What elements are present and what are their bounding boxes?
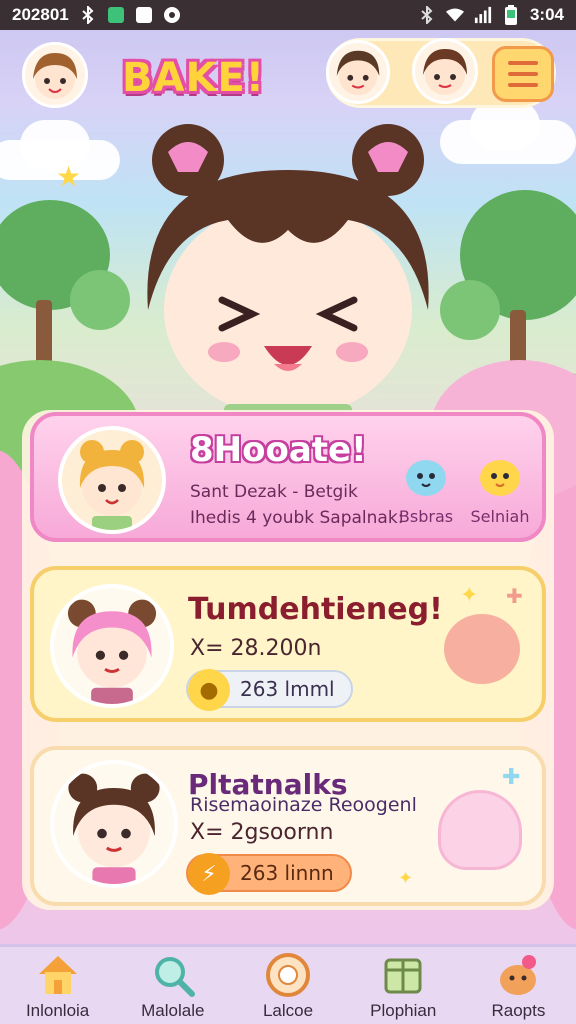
bottom-navigation: Inlonloia Malolale Lalcoe Plophian Raopt… <box>0 944 576 1024</box>
status-time: 3:04 <box>529 5 564 24</box>
card-description: Ihedis 4 youbk Sapalnak: <box>190 508 404 528</box>
hero-girl-illustration <box>147 124 429 420</box>
game-logo: BAKE! <box>122 55 266 101</box>
character-card[interactable]: Pltatnalks Risemaoinaze Reoogenl X= 2gso… <box>30 746 546 906</box>
header: BAKE! <box>0 38 576 116</box>
nav-label: Malolale <box>141 1001 205 1020</box>
brown-hair-girl-icon <box>68 773 160 884</box>
yellow-chick-icon <box>480 460 520 496</box>
nav-label: Inlonloia <box>25 1001 90 1020</box>
tree-decoration <box>440 280 500 340</box>
nav-label: Lalcoe <box>262 1001 314 1020</box>
card-subtitle: Risemaoinaze Reoogenl <box>190 794 417 816</box>
pet-label: Bsbras <box>398 507 454 526</box>
hero-character[interactable] <box>128 120 448 420</box>
star-icon: ★ <box>56 161 82 192</box>
card-stat: X= 2gsoornn <box>190 820 334 845</box>
nav-label: Raopts <box>491 1001 546 1020</box>
home-icon <box>32 951 84 999</box>
girl-face-icon <box>423 49 467 95</box>
pink-hair-girl-icon <box>67 599 157 704</box>
compass-icon <box>262 951 314 999</box>
featured-card[interactable]: 8Hooate! Sant Dezak - Betgik Ihedis 4 yo… <box>30 412 546 542</box>
card-title: Tumdehtieneg! <box>188 592 443 627</box>
status-bar: 202801 3:04 <box>0 0 576 30</box>
girl-face-icon <box>33 53 77 99</box>
blue-dino-icon <box>406 460 446 496</box>
nav-label: Plophian <box>370 1001 437 1020</box>
card-stat: X= 28.200n <box>190 636 322 661</box>
wifi-icon <box>445 6 464 24</box>
bluetooth-icon <box>418 6 436 24</box>
status-left: 202801 <box>12 5 181 25</box>
hamburger-icon-line <box>508 61 538 65</box>
progress-pill[interactable]: ⚡ 263 linnn <box>186 853 352 895</box>
progress-pill[interactable]: ● 263 lmml <box>186 669 353 711</box>
status-right: 3:04 <box>418 5 564 25</box>
character-card[interactable]: Tumdehtieneg! X= 28.200n ● 263 lmml ✦ ✚ <box>30 566 546 722</box>
card-avatar <box>50 584 174 708</box>
box-icon <box>377 951 429 999</box>
pet-item[interactable]: Bsbras <box>390 446 462 526</box>
tree-decoration <box>70 270 130 330</box>
friend-avatar[interactable] <box>326 40 390 104</box>
card-avatar <box>58 426 166 534</box>
card-subtitle: Sant Dezak - Betgik <box>190 482 358 502</box>
shield-icon <box>107 6 125 24</box>
blob-coin-icon: ● <box>188 669 230 711</box>
player-avatar[interactable] <box>22 42 88 108</box>
sparkle-icon: ✦ <box>460 582 479 607</box>
menu-button[interactable] <box>492 46 554 102</box>
battery-icon <box>502 5 520 25</box>
nav-item-inventory[interactable]: Plophian <box>346 947 461 1024</box>
hamburger-icon-line <box>508 72 538 76</box>
nav-item-search[interactable]: Malolale <box>115 947 230 1024</box>
record-icon <box>163 6 181 24</box>
pet-icon <box>492 951 544 999</box>
bluetooth-icon <box>79 6 97 24</box>
pet-label: Selniah <box>470 507 530 526</box>
nav-item-home[interactable]: Inlonloia <box>0 947 115 1024</box>
signal-icon <box>474 6 492 24</box>
nav-item-explore[interactable]: Lalcoe <box>230 947 345 1024</box>
nav-item-pets[interactable]: Raopts <box>461 947 576 1024</box>
sparkle-icon: ✚ <box>502 764 521 789</box>
friend-avatar[interactable] <box>412 38 478 104</box>
hamburger-icon-line <box>508 83 538 87</box>
app-icon <box>135 6 153 24</box>
pink-ghost-icon <box>438 790 522 870</box>
card-title: 8Hooate! <box>190 430 367 470</box>
sparkle-icon: ✚ <box>506 586 523 608</box>
sparkle-icon: ✦ <box>398 868 414 888</box>
pet-item[interactable]: Selniah <box>462 446 538 526</box>
card-avatar <box>50 760 178 888</box>
status-date-text: 202801 <box>12 5 69 24</box>
peach-blob-icon <box>444 614 520 684</box>
boy-face-icon <box>336 50 380 96</box>
blonde-girl-icon <box>79 440 145 530</box>
bolt-coin-icon: ⚡ <box>188 853 230 895</box>
magnifier-icon <box>147 951 199 999</box>
